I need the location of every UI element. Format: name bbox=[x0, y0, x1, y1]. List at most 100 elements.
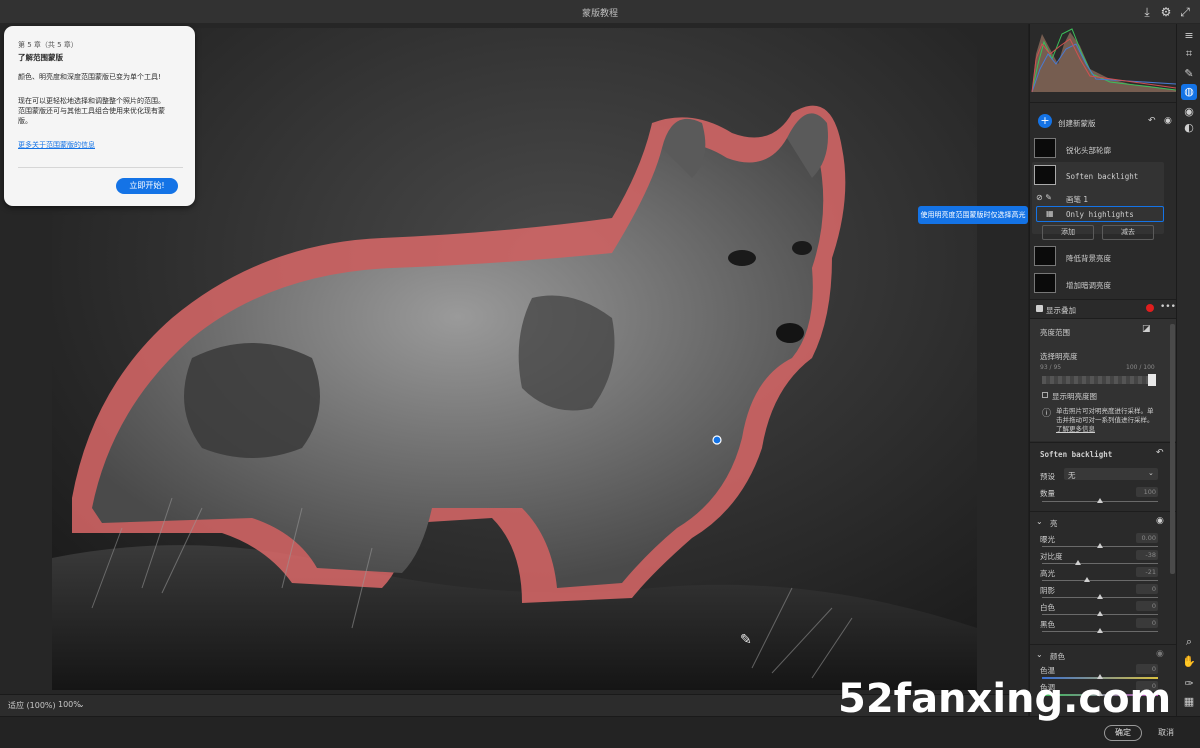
reset-icon[interactable]: ↶ bbox=[1156, 448, 1164, 458]
watermark-text: 52fanxing.com bbox=[838, 676, 1172, 722]
tutorial-card: 第 5 章（共 5 章） 了解范围蒙版 颜色、明亮度和深度范围蒙版已变为单个工具… bbox=[4, 26, 195, 206]
gear-icon[interactable]: ⚙ bbox=[1159, 5, 1173, 19]
slider-value[interactable]: 0.00 bbox=[1136, 533, 1158, 543]
eye-icon[interactable]: ◉ bbox=[1156, 649, 1164, 659]
slider-knob[interactable] bbox=[1084, 577, 1091, 582]
app-window: 蒙版教程 ⤓ ⚙ ⤢ ✎ 第 5 章（共 5 章） 了解范围蒙版 颜色、明亮度和… bbox=[0, 0, 1200, 748]
tutorial-heading: 了解范围蒙版 bbox=[18, 53, 63, 62]
tutorial-chapter: 第 5 章（共 5 章） bbox=[18, 41, 78, 49]
slider-track[interactable] bbox=[1042, 580, 1158, 581]
preset-label: 预设 bbox=[1040, 472, 1055, 481]
slider-value[interactable]: 0 bbox=[1136, 618, 1158, 628]
start-button[interactable]: 立即开始! bbox=[116, 178, 178, 194]
chevron-down-icon: ⌄ bbox=[1148, 469, 1154, 477]
create-mask-label[interactable]: 创建新蒙版 bbox=[1058, 118, 1096, 129]
overlay-color-swatch[interactable] bbox=[1146, 304, 1154, 312]
fit-zoom-button[interactable]: 适应 (100%) bbox=[8, 700, 56, 711]
preset-select[interactable]: 无 ⌄ bbox=[1064, 468, 1158, 480]
masking-icon[interactable]: ◍ bbox=[1181, 84, 1197, 100]
title-bar: 蒙版教程 ⤓ ⚙ ⤢ bbox=[0, 0, 1200, 24]
light-title: 亮 bbox=[1050, 519, 1058, 528]
mask-thumbnail bbox=[1034, 138, 1056, 158]
tool-strip: ≡ ⌗ ✎ ◍ ◉ ◐ ⌕ ✋ ✑ ▦ bbox=[1176, 24, 1200, 716]
slider-label: 对比度 bbox=[1040, 552, 1063, 561]
slider-track[interactable] bbox=[1042, 563, 1158, 564]
masks-panel: + 创建新蒙版 ↶ ◉ 锐化头部轮廓 Soften backlight ⊘ ✎ … bbox=[1029, 24, 1176, 716]
mask-item[interactable]: Soften backlight bbox=[1034, 165, 1166, 187]
amount-value[interactable]: 100 bbox=[1136, 487, 1158, 497]
sample-point[interactable] bbox=[712, 435, 722, 445]
slider-value[interactable]: 0 bbox=[1136, 664, 1158, 674]
export-icon[interactable]: ⤓ bbox=[1140, 5, 1154, 19]
amount-knob[interactable] bbox=[1097, 498, 1103, 503]
range-right-values: 100 / 100 bbox=[1126, 364, 1155, 371]
show-overlay-checkbox[interactable] bbox=[1036, 305, 1043, 312]
mask-item[interactable]: 增加暗调亮度 bbox=[1034, 273, 1166, 295]
divider bbox=[18, 167, 183, 168]
add-button[interactable]: 添加 bbox=[1042, 225, 1094, 240]
eye-icon[interactable]: ◉ bbox=[1156, 516, 1164, 526]
slider-label: 色温 bbox=[1040, 666, 1055, 675]
slider-value[interactable]: -38 bbox=[1136, 550, 1158, 560]
mask-thumbnail bbox=[1034, 165, 1056, 185]
cancel-button[interactable]: 取消 bbox=[1158, 727, 1174, 738]
preset-value: 无 bbox=[1068, 471, 1076, 480]
crop-icon[interactable]: ⌗ bbox=[1181, 46, 1197, 62]
tooltip: 使用明亮度范围蒙版时仅选择高光 bbox=[918, 206, 1028, 224]
panel-scrollbar[interactable] bbox=[1170, 324, 1175, 574]
slider-label: 阴影 bbox=[1040, 586, 1055, 595]
more-icon[interactable]: ••• bbox=[1160, 302, 1176, 312]
slider-knob[interactable] bbox=[1074, 560, 1081, 565]
redeye-icon[interactable]: ◉ bbox=[1181, 104, 1197, 120]
range-left-values: 93 / 95 bbox=[1040, 364, 1062, 371]
subtract-label: 减去 bbox=[1121, 228, 1135, 236]
slider-knob[interactable] bbox=[1097, 543, 1103, 548]
tutorial-line: 颜色、明亮度和深度范围蒙版已变为单个工具! bbox=[18, 73, 161, 81]
slider-value[interactable]: 0 bbox=[1136, 584, 1158, 594]
brush-icon: ⊘ ✎ bbox=[1036, 193, 1052, 202]
range-map-icon[interactable]: ◪ bbox=[1142, 324, 1151, 334]
tutorial-line: 现在可以更轻松地选择和调整整个照片的范围。 bbox=[18, 97, 165, 105]
slider-value[interactable]: 0 bbox=[1136, 601, 1158, 611]
slider-knob[interactable] bbox=[1097, 594, 1103, 599]
presets-icon[interactable]: ◐ bbox=[1181, 120, 1197, 136]
tutorial-line: 范围蒙版还可与其他工具组合使用来优化现有蒙 bbox=[18, 107, 165, 115]
tutorial-link[interactable]: 更多关于范围蒙版的信息 bbox=[18, 140, 95, 150]
range-select-label: 选择明亮度 bbox=[1040, 352, 1078, 361]
slider-knob[interactable] bbox=[1097, 628, 1103, 633]
reset-icon[interactable]: ↶ bbox=[1148, 116, 1156, 126]
info-icon: ⓘ bbox=[1042, 409, 1052, 419]
healing-icon[interactable]: ✎ bbox=[1181, 66, 1197, 82]
eyedropper-icon[interactable]: ✑ bbox=[1181, 676, 1197, 692]
eye-icon[interactable]: ◉ bbox=[1164, 116, 1172, 126]
window-title: 蒙版教程 bbox=[581, 9, 618, 19]
add-label: 添加 bbox=[1061, 228, 1075, 236]
histogram bbox=[1030, 24, 1176, 94]
chevron-down-icon[interactable]: ⌄ bbox=[1036, 650, 1043, 659]
mask-item-label[interactable]: 画笔 1 bbox=[1066, 194, 1088, 205]
chevron-down-icon[interactable]: ⌄ bbox=[78, 700, 85, 709]
show-map-label: 显示明亮度图 bbox=[1052, 392, 1097, 401]
slider-knob[interactable] bbox=[1097, 611, 1103, 616]
hand-icon[interactable]: ✋ bbox=[1181, 654, 1197, 670]
edit-icon[interactable]: ≡ bbox=[1181, 28, 1197, 44]
grid-icon[interactable]: ▦ bbox=[1181, 694, 1197, 710]
info-link[interactable]: 了解更多信息 bbox=[1056, 423, 1095, 433]
create-mask-icon[interactable]: + bbox=[1038, 114, 1052, 128]
show-map-checkbox[interactable] bbox=[1042, 392, 1048, 398]
ok-button[interactable]: 确定 bbox=[1104, 725, 1142, 741]
range-icon: ▦ bbox=[1046, 209, 1054, 218]
zoom-icon[interactable]: ⌕ bbox=[1181, 634, 1197, 650]
slider-label: 白色 bbox=[1040, 603, 1055, 612]
subtract-button[interactable]: 减去 bbox=[1102, 225, 1154, 240]
adjust-name: Soften backlight bbox=[1040, 450, 1113, 459]
color-title: 颜色 bbox=[1050, 652, 1065, 661]
range-handle[interactable] bbox=[1148, 374, 1156, 386]
mask-item[interactable]: 锐化头部轮廓 bbox=[1034, 138, 1166, 160]
mask-item[interactable]: 降低背景亮度 bbox=[1034, 246, 1166, 268]
luminance-range-slider[interactable] bbox=[1042, 376, 1156, 384]
slider-label: 曝光 bbox=[1040, 535, 1055, 544]
expand-icon[interactable]: ⤢ bbox=[1178, 5, 1192, 19]
slider-value[interactable]: -21 bbox=[1136, 567, 1158, 577]
chevron-down-icon[interactable]: ⌄ bbox=[1036, 517, 1043, 526]
